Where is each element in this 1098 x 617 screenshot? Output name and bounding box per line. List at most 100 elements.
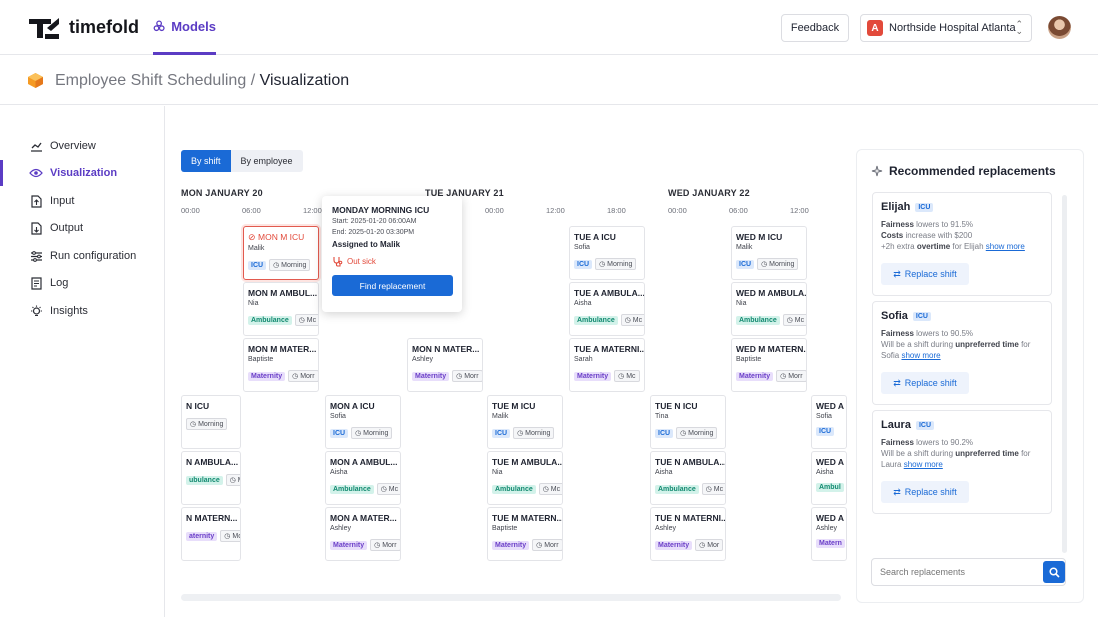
find-replacement-button[interactable]: Find replacement <box>332 275 453 296</box>
metric-label: Costs <box>881 231 904 240</box>
visualization-panel: By shift By employee MON JANUARY 20 TUE … <box>165 106 855 617</box>
top-bar: timefold Models Feedback A Northside Hos… <box>0 0 1098 55</box>
shift-card[interactable]: MON N MATER... Ashley Maternity ◷ Morr <box>407 338 483 392</box>
show-more-link[interactable]: show more <box>986 242 1025 251</box>
time-tag-label: Morning <box>363 430 389 437</box>
shift-card[interactable]: N MATERN... aternity◷ Morr <box>181 507 241 561</box>
shift-title: MON M MATER... <box>248 344 317 354</box>
shift-title: MON A AMBUL... <box>330 457 398 467</box>
sidebar-item-log[interactable]: Log <box>0 270 164 296</box>
time-tag: ◷ Mc <box>782 314 806 326</box>
shift-card[interactable]: N ICU ◷ Morning <box>181 395 241 449</box>
metric-label: Fairness <box>881 438 914 447</box>
shift-card[interactable]: WED M ICU Malik ICU ◷ Morning <box>731 226 807 280</box>
shift-title: TUE M ICU <box>492 401 536 411</box>
time-tag-label: Morr <box>544 542 559 549</box>
shift-card[interactable]: WED A Ashley Matern <box>811 507 847 561</box>
shift-employee: Aisha <box>330 469 348 476</box>
sidebar-item-output[interactable]: Output <box>0 215 164 241</box>
shift-card[interactable]: TUE N MATERNI... Ashley Maternity ◷ Mor <box>650 507 726 561</box>
sidebar-item-run-configuration[interactable]: Run configuration <box>0 243 164 269</box>
time-tag-label: Mc <box>388 486 399 493</box>
shift-card[interactable]: TUE M MATERN... Baptiste Maternity ◷ Morr <box>487 507 563 561</box>
shift-card[interactable]: WED A Sofia ICU <box>811 395 847 449</box>
user-avatar[interactable] <box>1048 16 1071 39</box>
sidebar-item-overview[interactable]: Overview <box>0 133 164 159</box>
time-tag: ◷ Morning <box>269 259 311 271</box>
replacement-card-elijah: Elijah ICU Fairness lowers to 91.5% Costs… <box>872 192 1052 296</box>
shift-card[interactable]: MON A MATER... Ashley Maternity ◷ Morr <box>325 507 401 561</box>
candidate-details: Fairness lowers to 91.5% Costs increase … <box>881 219 1043 252</box>
timefold-logo[interactable]: timefold <box>27 14 139 40</box>
skill-tag: aternity <box>186 531 218 541</box>
shift-title: MON A ICU <box>330 401 375 411</box>
skill-tag: Ambulance <box>736 315 780 325</box>
horizontal-scrollbar[interactable] <box>181 594 841 601</box>
shift-title: MON N MATER... <box>412 344 480 354</box>
shift-tags: Maternity ◷ Morr <box>492 539 562 551</box>
sidebar-item-insights[interactable]: Insights <box>0 298 164 324</box>
replace-shift-button[interactable]: ⇄ Replace shift <box>881 263 969 285</box>
shift-title: N MATERN... <box>186 513 238 523</box>
time-tag-label: Morr <box>464 373 479 380</box>
shift-employee: Aisha <box>574 300 592 307</box>
tenant-selector[interactable]: A Northside Hospital Atlanta ⌃ ⌄ <box>860 14 1032 42</box>
shift-card[interactable]: TUE A ICU Sofia ICU ◷ Morning <box>569 226 645 280</box>
shift-card[interactable]: WED A Aisha Ambul <box>811 451 847 505</box>
shift-card[interactable]: WED M AMBULA... Nia Ambulance ◷ Mc <box>731 282 807 336</box>
shift-employee: Sofia <box>574 244 590 251</box>
skill-tag: ICU <box>736 259 755 269</box>
sidebar-item-input[interactable]: Input <box>0 188 164 214</box>
shift-card[interactable]: TUE M ICU Malik ICU ◷ Morning <box>487 395 563 449</box>
feedback-button[interactable]: Feedback <box>781 14 849 42</box>
shift-title: ⊘ MON M ICU <box>248 232 305 242</box>
shift-card[interactable]: TUE M AMBULA... Nia Ambulance ◷ Mc <box>487 451 563 505</box>
shift-title: N ICU <box>186 401 210 411</box>
skill-tag: Ambulance <box>574 315 618 325</box>
shift-card[interactable]: MON A AMBUL... Aisha Ambulance ◷ Mc <box>325 451 401 505</box>
breadcrumb-model[interactable]: Employee Shift Scheduling <box>55 72 246 89</box>
panel-scrollbar[interactable] <box>1062 195 1067 553</box>
metric-text: lowers to 90.5% <box>913 329 974 338</box>
shift-card[interactable]: WED M MATERN... Baptiste Maternity ◷ Morr <box>731 338 807 392</box>
detail-text: Laura <box>881 460 904 469</box>
skill-tag: Maternity <box>736 371 774 381</box>
tab-models[interactable]: Models <box>153 0 216 55</box>
sidebar-item-visualization[interactable]: Visualization <box>0 160 164 186</box>
shift-card[interactable]: MON M AMBUL... Nia Ambulance ◷ Mc <box>243 282 319 336</box>
by-shift-toggle[interactable]: By shift <box>181 150 231 172</box>
shift-card[interactable]: MON A ICU Sofia ICU ◷ Morning <box>325 395 401 449</box>
overview-icon <box>29 139 43 153</box>
shift-tags: Maternity ◷ Morr <box>248 370 318 382</box>
search-replacements-input[interactable] <box>871 558 1066 586</box>
time-tick: 18:00 <box>607 206 626 215</box>
by-employee-toggle[interactable]: By employee <box>231 150 303 172</box>
time-tag-label: Mc <box>550 486 561 493</box>
shift-card[interactable]: TUE N AMBULA... Aisha Ambulance ◷ Mc <box>650 451 726 505</box>
show-more-link[interactable]: show more <box>904 460 943 469</box>
time-tick: 12:00 <box>546 206 565 215</box>
time-tick: 06:00 <box>242 206 261 215</box>
time-tag: ◷ Morr <box>452 370 482 382</box>
shift-card[interactable]: TUE A AMBULA... Aisha Ambulance ◷ Mc <box>569 282 645 336</box>
replace-shift-button[interactable]: ⇄ Replace shift <box>881 481 969 503</box>
time-tag: ◷ Morr <box>220 530 240 542</box>
metric-text: increase with $200 <box>903 231 973 240</box>
skill-tag: Maternity <box>412 371 450 381</box>
shift-card[interactable]: MON M MATER... Baptiste Maternity ◷ Morr <box>243 338 319 392</box>
time-tag-label: Morning <box>769 261 795 268</box>
candidate-name-text: Laura <box>881 419 911 431</box>
day-header: MON JANUARY 20 <box>181 188 263 198</box>
show-more-link[interactable]: show more <box>901 351 940 360</box>
replace-shift-button[interactable]: ⇄ Replace shift <box>881 372 969 394</box>
eye-icon <box>29 166 43 180</box>
shift-card[interactable]: TUE A MATERNI... Sarah Maternity ◷ Mc <box>569 338 645 392</box>
search-button[interactable] <box>1043 561 1065 583</box>
shift-card[interactable]: TUE N ICU Tina ICU ◷ Morning <box>650 395 726 449</box>
shift-card[interactable]: N AMBULA... ubulance◷ Mc <box>181 451 241 505</box>
shift-card[interactable]: ⊘ MON M ICU Malik ICU ◷ Morning <box>243 226 319 280</box>
shift-tags: ICU ◷ Morning <box>330 427 400 439</box>
shift-tags: Maternity ◷ Morr <box>330 539 400 551</box>
shift-title: MON A MATER... <box>330 513 397 523</box>
time-tag: ◷ Morr <box>288 370 318 382</box>
